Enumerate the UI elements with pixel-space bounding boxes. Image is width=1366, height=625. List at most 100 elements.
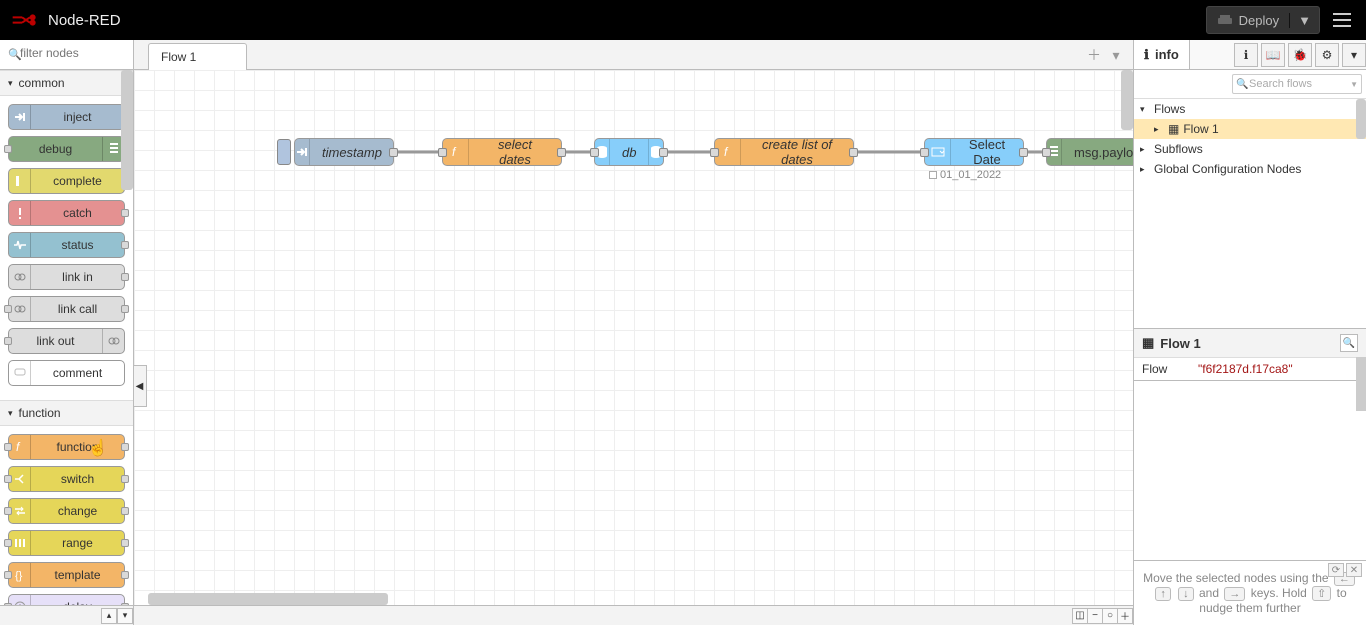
palette-node-link-out[interactable]: link out	[8, 328, 125, 354]
output-port[interactable]	[557, 148, 566, 157]
input-port[interactable]	[710, 148, 719, 157]
palette-node-complete[interactable]: complete	[8, 168, 125, 194]
tab-flow-1[interactable]: Flow 1	[148, 43, 247, 70]
input-port[interactable]	[4, 443, 12, 451]
arrow-in-icon	[9, 105, 31, 129]
node-label: debug	[9, 142, 102, 156]
flow-node-timestamp[interactable]: timestamp	[294, 138, 394, 166]
input-port[interactable]	[4, 475, 12, 483]
output-port[interactable]	[1019, 148, 1028, 157]
search-icon: 🔍	[1236, 79, 1248, 90]
sidebar-btn-help[interactable]: 📖	[1261, 43, 1285, 67]
output-port[interactable]	[121, 571, 129, 579]
info-tab-label: info	[1155, 47, 1179, 62]
tab-menu-button[interactable]: ▾	[1107, 46, 1125, 64]
sidebar-btn-menu[interactable]: ▾	[1342, 43, 1366, 67]
output-port[interactable]	[121, 475, 129, 483]
input-port[interactable]	[4, 539, 12, 547]
deploy-button[interactable]: Deploy ▼	[1206, 6, 1320, 34]
output-port[interactable]	[389, 148, 398, 157]
output-port[interactable]	[121, 305, 129, 313]
sidebar-tab-info[interactable]: ℹ info	[1134, 40, 1190, 69]
flow-icon: ▦	[1168, 122, 1179, 136]
tip-close-button[interactable]: ✕	[1346, 563, 1362, 577]
palette-filter-input[interactable]	[4, 44, 129, 62]
node-label: switch	[31, 472, 124, 486]
sidebar-btn-config[interactable]: ⚙	[1315, 43, 1339, 67]
tree-item-global-configuration-nodes[interactable]: ▸Global Configuration Nodes	[1134, 159, 1366, 179]
output-port[interactable]	[121, 443, 129, 451]
palette-node-switch[interactable]: switch	[8, 466, 125, 492]
sidebar-btn-debug[interactable]: 🐞	[1288, 43, 1312, 67]
flow-node-select-dates[interactable]: fselect dates	[442, 138, 562, 166]
flow-node-select-date[interactable]: Select Date01_01_2022	[924, 138, 1024, 166]
canvas-hscrollbar[interactable]	[148, 593, 388, 605]
flow-node-db[interactable]: db	[594, 138, 664, 166]
tree-item-flows[interactable]: ▾Flows	[1134, 99, 1366, 119]
link-icon	[9, 265, 31, 289]
input-port[interactable]	[4, 507, 12, 515]
add-tab-button[interactable]: ＋	[1085, 46, 1103, 64]
palette-node-inject[interactable]: inject	[8, 104, 125, 130]
palette-node-debug[interactable]: debug	[8, 136, 125, 162]
palette-node-function[interactable]: ffunction	[8, 434, 125, 460]
input-port[interactable]	[4, 145, 12, 153]
input-port[interactable]	[590, 148, 599, 157]
flow-node-create-list[interactable]: fcreate list of dates	[714, 138, 854, 166]
delay-icon	[9, 595, 31, 605]
inject-trigger-button[interactable]	[277, 139, 291, 165]
hamburger-menu[interactable]	[1328, 6, 1356, 34]
input-port[interactable]	[1042, 148, 1051, 157]
palette-node-template[interactable]: {}template	[8, 562, 125, 588]
output-port[interactable]	[121, 241, 129, 249]
navigator-button[interactable]: ◫	[1072, 608, 1088, 624]
palette-node-delay[interactable]: delay	[8, 594, 125, 605]
switch-icon	[9, 467, 31, 491]
output-port[interactable]	[121, 603, 129, 605]
zoom-reset-button[interactable]: ○	[1102, 608, 1118, 624]
palette-category-function[interactable]: ▾function	[0, 400, 133, 426]
output-port[interactable]	[849, 148, 858, 157]
palette-node-link-call[interactable]: link call	[8, 296, 125, 322]
input-port[interactable]	[438, 148, 447, 157]
input-port[interactable]	[4, 337, 12, 345]
node-label: template	[31, 568, 124, 582]
input-port[interactable]	[920, 148, 929, 157]
palette-node-catch[interactable]: catch	[8, 200, 125, 226]
sidebar-search: 🔍 Search flows ▼	[1134, 70, 1366, 99]
palette-node-comment[interactable]: comment	[8, 360, 125, 386]
zoom-in-button[interactable]: ＋	[1117, 608, 1133, 624]
tip-refresh-button[interactable]: ⟳	[1328, 563, 1344, 577]
palette-category-common[interactable]: ▾common	[0, 70, 133, 96]
input-port[interactable]	[4, 603, 12, 605]
node-label: change	[31, 504, 124, 518]
tip-text-2: and	[1199, 586, 1219, 600]
search-flows-input[interactable]: 🔍 Search flows ▼	[1232, 74, 1362, 94]
sidebar-btn-info[interactable]: ℹ	[1234, 43, 1258, 67]
zoom-out-button[interactable]: −	[1087, 608, 1103, 624]
output-port[interactable]	[121, 507, 129, 515]
flow-canvas[interactable]: ◀ timestampfselect datesdbfcreate list o…	[134, 70, 1133, 605]
canvas-vscrollbar[interactable]	[1121, 70, 1133, 130]
palette-node-range[interactable]: range	[8, 530, 125, 556]
tree-item-subflows[interactable]: ▸Subflows	[1134, 139, 1366, 159]
palette-collapse-down[interactable]: ▾	[117, 608, 133, 624]
palette-scrollbar[interactable]	[121, 70, 133, 190]
detail-zoom-button[interactable]: 🔍	[1340, 334, 1358, 352]
palette-collapse-up[interactable]: ▴	[101, 608, 117, 624]
tree-item-flow-1[interactable]: ▸▦Flow 1	[1134, 119, 1366, 139]
tree-scrollbar[interactable]	[1356, 99, 1366, 139]
output-port[interactable]	[121, 539, 129, 547]
deploy-caret[interactable]: ▼	[1290, 13, 1319, 28]
key-right: →	[1224, 587, 1245, 601]
palette-node-status[interactable]: status	[8, 232, 125, 258]
output-port[interactable]	[121, 273, 129, 281]
input-port[interactable]	[4, 571, 12, 579]
flow-node-msg-payload[interactable]: msg.payload	[1046, 138, 1133, 166]
input-port[interactable]	[4, 305, 12, 313]
blank-scrollbar[interactable]	[1356, 381, 1366, 411]
palette-node-change[interactable]: change	[8, 498, 125, 524]
output-port[interactable]	[659, 148, 668, 157]
palette-node-link-in[interactable]: link in	[8, 264, 125, 290]
output-port[interactable]	[121, 209, 129, 217]
